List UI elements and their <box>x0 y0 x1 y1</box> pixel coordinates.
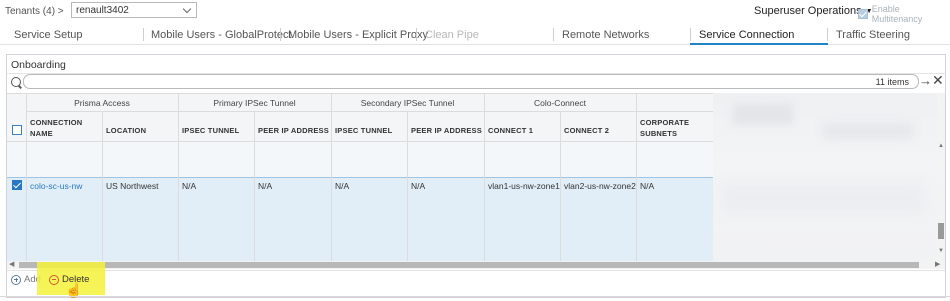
scrollbar-thumb[interactable] <box>938 223 944 239</box>
multitenancy-checkbox <box>858 9 868 19</box>
column-header-line: CONNECTION <box>30 118 83 127</box>
scroll-up-icon[interactable]: ▲ <box>938 143 944 149</box>
divider <box>331 93 332 265</box>
tab-mobile-users-globalprotect[interactable]: Mobile Users - GlobalProtect <box>151 29 292 41</box>
select-all-checkbox[interactable] <box>12 125 22 135</box>
tab-traffic-steering[interactable]: Traffic Steering <box>836 29 910 41</box>
multitenancy-toggle: Enable Multitenancy <box>858 4 950 24</box>
horizontal-scrollbar[interactable]: ◀ ▶ <box>7 261 945 269</box>
group-header-prisma-access: Prisma Access <box>74 98 130 108</box>
divider <box>7 177 713 178</box>
tab-mobile-users-explicit-proxy[interactable]: Mobile Users - Explicit Proxy <box>288 29 428 41</box>
column-header-line: SUBNETS <box>640 129 678 138</box>
search-icon <box>11 77 21 87</box>
table-cell-secondary-ipsec: N/A <box>335 181 350 191</box>
superuser-menu[interactable]: Superuser Operations ▼ <box>754 5 873 17</box>
connection-name-link[interactable]: colo-sc-us-nw <box>30 181 82 191</box>
tenants-breadcrumb[interactable]: Tenants (4) > <box>5 6 64 17</box>
table-row-empty <box>7 141 713 177</box>
scroll-left-icon[interactable]: ◀ <box>9 260 14 268</box>
scrollbar-thumb[interactable] <box>19 262 919 268</box>
row-checkbox[interactable] <box>12 180 22 190</box>
items-count: 11 items <box>875 77 909 87</box>
column-header-secondary-peer-ip[interactable]: PEER IP ADDRESS <box>411 126 482 135</box>
column-header-line: CORPORATE <box>640 118 690 127</box>
divider <box>0 296 950 297</box>
divider <box>7 270 945 271</box>
search-input[interactable] <box>23 74 919 89</box>
tab-divider <box>143 28 144 41</box>
tenant-select[interactable]: renault3402 <box>71 2 197 18</box>
tenant-select-value: renault3402 <box>76 5 129 16</box>
divider <box>178 93 179 265</box>
active-tab-indicator <box>690 43 828 45</box>
column-header-secondary-ipsec-tunnel[interactable]: IPSEC TUNNEL <box>335 126 392 135</box>
divider <box>636 93 637 265</box>
tab-bar: Service Setup Mobile Users - GlobalProte… <box>0 24 950 45</box>
column-header-corporate-subnets[interactable]: CORPORATE SUBNETS <box>640 117 689 139</box>
table-cell-location: US Northwest <box>106 181 159 191</box>
table-cell-primary-ipsec: N/A <box>182 181 197 191</box>
column-header-line: NAME <box>30 129 53 138</box>
tab-divider <box>280 28 281 41</box>
group-header-colo-connect: Colo-Connect <box>534 98 586 108</box>
group-header-primary-ipsec: Primary IPSec Tunnel <box>213 98 296 108</box>
column-header-primary-ipsec-tunnel[interactable]: IPSEC TUNNEL <box>182 126 239 135</box>
tab-clean-pipe: Clean Pipe <box>425 29 479 41</box>
tab-divider <box>553 28 554 41</box>
tab-divider <box>827 28 828 41</box>
table-cell-corporate-subnets: N/A <box>640 181 655 191</box>
tab-divider <box>416 28 417 41</box>
table-cell-primary-peer-ip: N/A <box>258 181 273 191</box>
divider <box>484 93 485 265</box>
onboarding-panel: Onboarding 11 items → ✕ Prisma Access Pr… <box>6 54 946 298</box>
blurred-content <box>723 183 923 213</box>
panel-title: Onboarding <box>11 59 66 71</box>
superuser-label: Superuser Operations <box>754 5 862 17</box>
vertical-scrollbar[interactable]: ▲ ▼ <box>937 93 945 265</box>
blurred-content <box>823 123 913 139</box>
tab-remote-networks[interactable]: Remote Networks <box>562 29 649 41</box>
divider <box>26 93 27 265</box>
divider <box>254 111 255 265</box>
chevron-down-icon <box>182 4 192 14</box>
column-header-primary-peer-ip[interactable]: PEER IP ADDRESS <box>258 126 329 135</box>
column-header-connect-1[interactable]: CONNECT 1 <box>488 126 533 135</box>
close-icon[interactable]: ✕ <box>932 73 944 87</box>
divider <box>7 93 713 94</box>
add-circle-icon <box>11 274 21 285</box>
group-header-secondary-ipsec: Secondary IPSec Tunnel <box>360 98 455 108</box>
tab-divider <box>690 28 691 41</box>
table-cell-secondary-peer-ip: N/A <box>411 181 426 191</box>
table-cell-connect-1: vlan1-us-nw-zone1 <box>488 181 560 191</box>
hand-cursor-icon: ☝ <box>65 282 83 298</box>
top-bar: Tenants (4) > renault3402 Superuser Oper… <box>0 0 950 24</box>
divider <box>7 141 713 142</box>
table-cell-connect-2: vlan2-us-nw-zone2 <box>564 181 636 191</box>
arrow-right-icon[interactable]: → <box>919 74 932 87</box>
tab-service-connection[interactable]: Service Connection <box>699 29 794 41</box>
scroll-down-icon[interactable]: ▼ <box>938 248 944 254</box>
divider <box>102 111 103 265</box>
column-header-connect-2[interactable]: CONNECT 2 <box>564 126 609 135</box>
column-header-location[interactable]: LOCATION <box>106 126 146 135</box>
divider <box>407 111 408 265</box>
blurred-columns <box>713 93 937 265</box>
blurred-content <box>733 103 793 125</box>
delete-circle-icon <box>49 274 59 285</box>
tab-service-setup[interactable]: Service Setup <box>14 29 82 41</box>
divider <box>26 111 713 112</box>
column-header-connection-name[interactable]: CONNECTION NAME <box>30 117 82 139</box>
scroll-right-icon[interactable]: ▶ <box>935 260 940 268</box>
multitenancy-label: Enable Multitenancy <box>871 4 923 24</box>
divider <box>560 111 561 265</box>
